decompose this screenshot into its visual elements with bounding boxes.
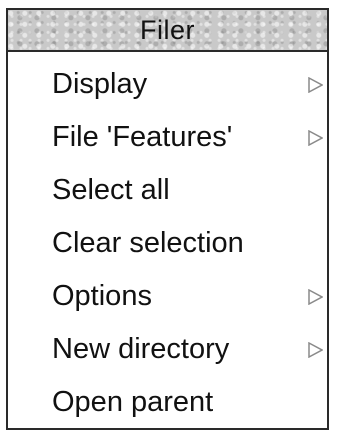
menu-items: Display File 'Features' Select all Clear…	[8, 52, 327, 429]
menu-item-label: Options	[52, 280, 152, 312]
menu-item-label: New directory	[52, 333, 230, 365]
menu-title-bar[interactable]: Filer	[8, 10, 327, 52]
menu-item-select-all[interactable]: Select all	[8, 164, 327, 217]
menu-item-file-features[interactable]: File 'Features'	[8, 111, 327, 164]
menu-item-label: File 'Features'	[52, 121, 233, 153]
menu-item-new-directory[interactable]: New directory	[8, 323, 327, 376]
submenu-arrow-icon	[308, 76, 323, 93]
submenu-arrow-icon	[308, 288, 323, 305]
menu-item-options[interactable]: Options	[8, 270, 327, 323]
menu-item-label: Clear selection	[52, 227, 244, 259]
submenu-arrow-icon	[308, 129, 323, 146]
menu-item-label: Select all	[52, 174, 170, 206]
menu-title: Filer	[140, 14, 195, 45]
filer-menu: Filer Display File 'Features' Select all…	[6, 8, 329, 430]
submenu-arrow-icon	[308, 341, 323, 358]
menu-item-label: Open parent	[52, 386, 214, 418]
menu-item-open-parent[interactable]: Open parent	[8, 376, 327, 429]
menu-item-display[interactable]: Display	[8, 58, 327, 111]
menu-item-clear-selection[interactable]: Clear selection	[8, 217, 327, 270]
menu-item-label: Display	[52, 68, 148, 100]
